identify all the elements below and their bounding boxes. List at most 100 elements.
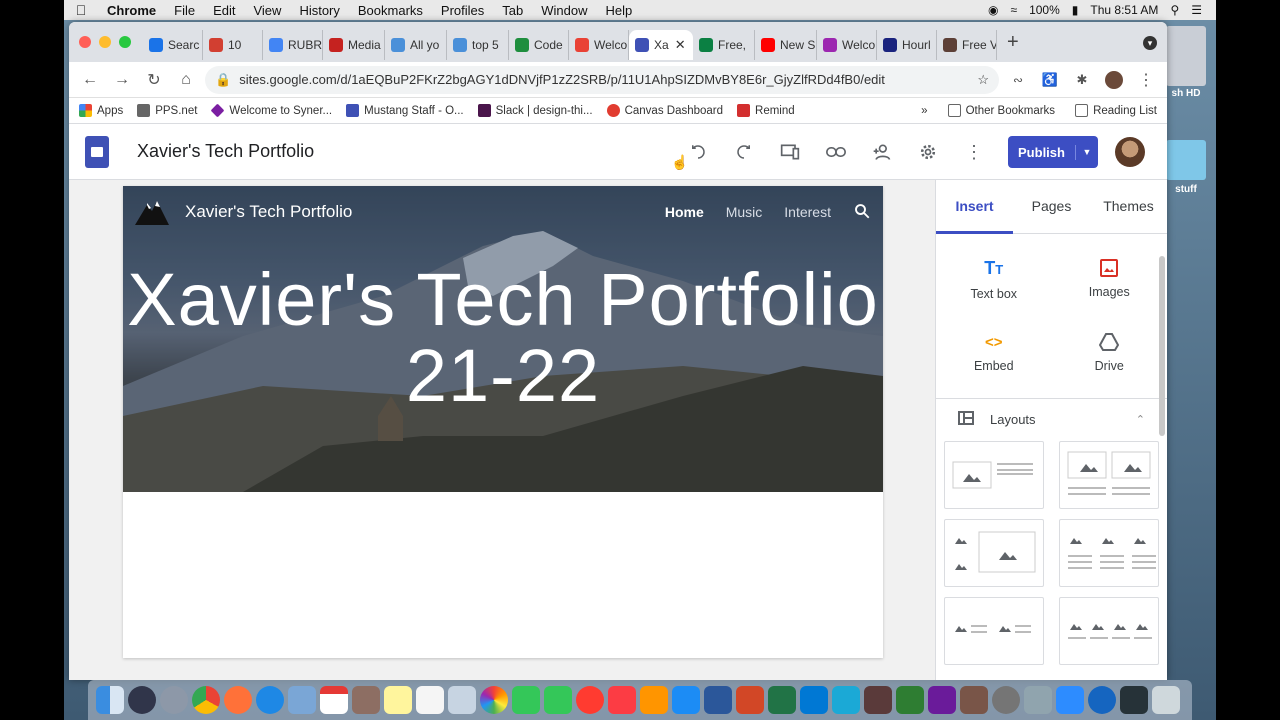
tab-pages[interactable]: Pages bbox=[1013, 180, 1090, 234]
screenshot-app-icon[interactable] bbox=[1120, 686, 1148, 714]
photo-booth-icon[interactable] bbox=[864, 686, 892, 714]
spotlight-icon[interactable]: ⚲ bbox=[1170, 3, 1179, 17]
firefox-icon[interactable] bbox=[224, 686, 252, 714]
chrome-menu-icon[interactable]: ⋮ bbox=[1133, 67, 1159, 93]
browser-tab[interactable]: Welco bbox=[569, 30, 629, 60]
record-icon[interactable]: ◉ bbox=[988, 3, 998, 17]
menu-tab[interactable]: Tab bbox=[493, 3, 532, 18]
bookmark-pps[interactable]: PPS.net bbox=[137, 104, 197, 117]
menu-help[interactable]: Help bbox=[597, 3, 642, 18]
bookmarks-overflow[interactable]: » bbox=[921, 105, 927, 117]
reload-icon[interactable]: ↻ bbox=[141, 67, 167, 93]
site-title[interactable]: Xavier's Tech Portfolio bbox=[137, 141, 314, 162]
preview-icon[interactable] bbox=[288, 686, 316, 714]
browser-tab[interactable]: Hourl bbox=[877, 30, 937, 60]
photos-icon[interactable] bbox=[480, 686, 508, 714]
new-tab-button[interactable]: + bbox=[1007, 31, 1019, 54]
insert-embed[interactable]: <> Embed bbox=[936, 316, 1052, 390]
app-store-icon[interactable] bbox=[672, 686, 700, 714]
finder-icon[interactable] bbox=[96, 686, 124, 714]
layout-option-2[interactable] bbox=[1059, 441, 1159, 509]
chrome-icon[interactable] bbox=[192, 686, 220, 714]
publish-dropdown-icon[interactable]: ▼ bbox=[1076, 147, 1098, 157]
calendar-icon[interactable] bbox=[320, 686, 348, 714]
control-center-icon[interactable]: ☰ bbox=[1191, 3, 1202, 17]
bookmark-mustang-staff[interactable]: Mustang Staff - O... bbox=[346, 104, 464, 117]
books-icon[interactable] bbox=[640, 686, 668, 714]
menu-profiles[interactable]: Profiles bbox=[432, 3, 493, 18]
browser-tab[interactable]: top 5 bbox=[447, 30, 509, 60]
nav-interest[interactable]: Interest bbox=[784, 204, 831, 220]
insert-text-box[interactable]: TT Text box bbox=[936, 242, 1052, 316]
layout-option-4[interactable] bbox=[1059, 519, 1159, 587]
system-preferences-icon[interactable] bbox=[992, 686, 1020, 714]
trash-icon[interactable] bbox=[1152, 686, 1180, 714]
layout-option-5[interactable] bbox=[944, 597, 1044, 665]
google-sites-logo-icon[interactable] bbox=[85, 135, 109, 168]
word-icon[interactable] bbox=[704, 686, 732, 714]
bookmark-star-icon[interactable]: ☆ bbox=[977, 72, 989, 88]
browser-tab[interactable]: Free V bbox=[937, 30, 997, 60]
star-app-icon[interactable] bbox=[928, 686, 956, 714]
nav-music[interactable]: Music bbox=[726, 204, 763, 220]
hero-site-name[interactable]: Xavier's Tech Portfolio bbox=[185, 202, 352, 222]
tab-active[interactable]: Xa ✕ bbox=[629, 30, 693, 60]
browser-tab[interactable]: New S bbox=[755, 30, 817, 60]
quicktime-icon[interactable] bbox=[1088, 686, 1116, 714]
more-options-icon[interactable]: ⋮ bbox=[960, 138, 988, 166]
bookmark-apps[interactable]: Apps bbox=[79, 104, 123, 117]
browser-tab[interactable]: Free, bbox=[693, 30, 755, 60]
layout-option-1[interactable] bbox=[944, 441, 1044, 509]
menu-bookmarks[interactable]: Bookmarks bbox=[349, 3, 432, 18]
extension-2-icon[interactable]: ♿ bbox=[1037, 67, 1063, 93]
bookmark-synergy[interactable]: Welcome to Syner... bbox=[211, 103, 332, 118]
apple-icon[interactable]:  bbox=[64, 2, 98, 18]
tab-themes[interactable]: Themes bbox=[1090, 180, 1167, 234]
account-avatar[interactable] bbox=[1115, 137, 1145, 167]
nav-home[interactable]: Home bbox=[665, 204, 704, 220]
menu-app-name[interactable]: Chrome bbox=[98, 3, 165, 18]
siri-icon[interactable] bbox=[128, 686, 156, 714]
browser-tab[interactable]: Media bbox=[323, 30, 385, 60]
extensions-puzzle-icon[interactable]: ✱ bbox=[1069, 67, 1095, 93]
maps-icon[interactable] bbox=[448, 686, 476, 714]
browser-tab[interactable]: 10 bbox=[203, 30, 263, 60]
bookmark-remind[interactable]: Remind bbox=[737, 104, 795, 117]
launchpad-icon[interactable] bbox=[160, 686, 188, 714]
safari-icon[interactable] bbox=[256, 686, 284, 714]
close-tab-icon[interactable]: ✕ bbox=[675, 37, 686, 53]
browser-tab[interactable]: Searc bbox=[143, 30, 203, 60]
notes-icon[interactable] bbox=[384, 686, 412, 714]
zoom-window-button[interactable] bbox=[119, 36, 131, 48]
insert-images[interactable]: Images bbox=[1052, 242, 1168, 316]
downloads-stack-icon[interactable] bbox=[1024, 686, 1052, 714]
menu-view[interactable]: View bbox=[244, 3, 290, 18]
menu-history[interactable]: History bbox=[290, 3, 348, 18]
bookmark-canvas[interactable]: Canvas Dashboard bbox=[606, 104, 723, 117]
browser-tab[interactable]: RUBR bbox=[263, 30, 323, 60]
minimize-window-button[interactable] bbox=[99, 36, 111, 48]
publish-label[interactable]: Publish bbox=[1008, 144, 1076, 160]
zoom-icon[interactable] bbox=[1056, 686, 1084, 714]
preview-devices-icon[interactable] bbox=[776, 138, 804, 166]
publish-button[interactable]: Publish ▼ bbox=[1008, 136, 1098, 168]
settings-gear-icon[interactable] bbox=[914, 138, 942, 166]
hero-title[interactable]: Xavier's Tech Portfolio 21-22 bbox=[123, 262, 883, 414]
share-add-person-icon[interactable] bbox=[868, 138, 896, 166]
teams-icon[interactable] bbox=[832, 686, 860, 714]
link-icon[interactable] bbox=[822, 138, 850, 166]
back-icon[interactable]: ← bbox=[77, 67, 103, 93]
site-search-icon[interactable] bbox=[853, 202, 871, 223]
hero-banner[interactable]: Xavier's Tech Portfolio Home Music Inter… bbox=[123, 186, 883, 492]
extension-icon[interactable]: ∾ bbox=[1005, 67, 1031, 93]
menu-edit[interactable]: Edit bbox=[204, 3, 244, 18]
news-icon[interactable] bbox=[576, 686, 604, 714]
garageband-icon[interactable] bbox=[960, 686, 988, 714]
powerpoint-icon[interactable] bbox=[736, 686, 764, 714]
desktop-folder[interactable]: stuff bbox=[1160, 140, 1212, 195]
mountain-logo-icon[interactable] bbox=[135, 199, 169, 225]
menu-file[interactable]: File bbox=[165, 3, 204, 18]
reading-list[interactable]: Reading List bbox=[1075, 104, 1157, 117]
desktop-drive[interactable]: sh HD bbox=[1160, 26, 1212, 99]
music-icon[interactable] bbox=[608, 686, 636, 714]
